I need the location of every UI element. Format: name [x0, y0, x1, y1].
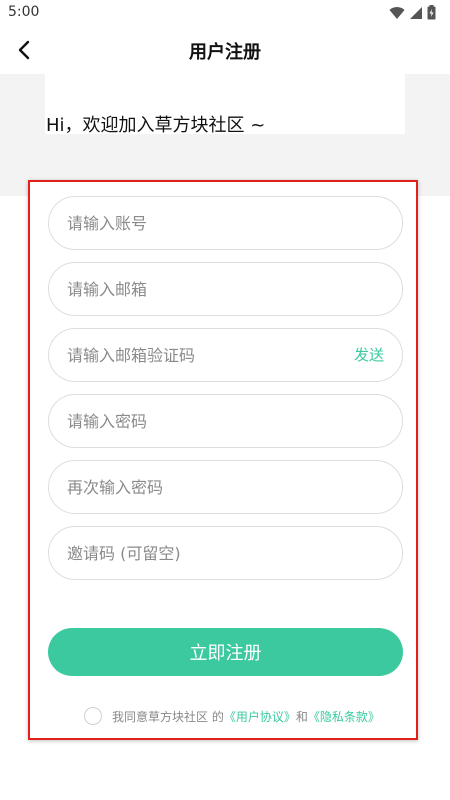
agreement-conjunction: 和 — [295, 709, 308, 724]
invite-code-input[interactable] — [67, 527, 337, 579]
password-field — [48, 394, 403, 448]
send-code-button[interactable]: 发送 — [354, 344, 384, 365]
email-code-input[interactable] — [67, 329, 337, 381]
email-field — [48, 262, 403, 316]
battery-icon — [427, 5, 436, 20]
account-input[interactable] — [67, 197, 337, 249]
email-code-field: 发送 — [48, 328, 403, 382]
register-button[interactable]: 立即注册 — [48, 628, 403, 676]
invite-code-field — [48, 526, 403, 580]
signal-icon — [410, 6, 422, 19]
title-bar: 用户注册 — [0, 26, 450, 74]
account-field — [48, 196, 403, 250]
password-input[interactable] — [67, 395, 337, 447]
confirm-password-input[interactable] — [67, 461, 337, 513]
status-icons — [389, 5, 436, 20]
wifi-icon — [389, 6, 405, 19]
email-input[interactable] — [67, 263, 337, 315]
welcome-text: Hi，欢迎加入草方块社区 ~ — [46, 115, 266, 136]
confirm-password-field — [48, 460, 403, 514]
agreement-prefix: 我同意草方块社区 的 — [112, 709, 224, 724]
status-bar: 5:00 — [0, 0, 450, 26]
privacy-policy-link[interactable]: 《隐私条款》 — [308, 708, 380, 725]
agreement-checkbox[interactable] — [84, 707, 102, 725]
agreement-row: 我同意草方块社区 的 《用户协议》 和 《隐私条款》 — [84, 707, 380, 725]
page-title: 用户注册 — [189, 42, 261, 63]
status-time: 5:00 — [8, 4, 40, 20]
user-agreement-link[interactable]: 《用户协议》 — [224, 708, 296, 725]
